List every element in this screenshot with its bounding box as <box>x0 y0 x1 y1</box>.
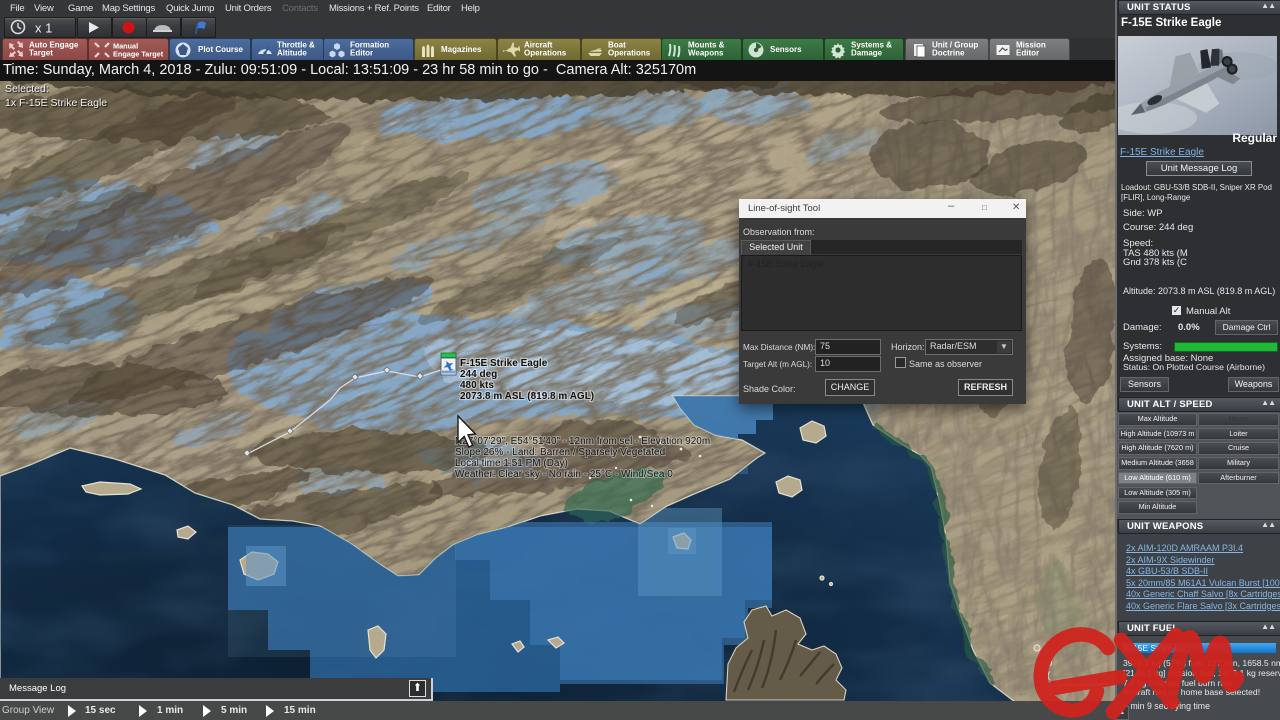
svg-text:2073.8 m ASL (819.8 m AGL): 2073.8 m ASL (819.8 m AGL) <box>460 391 594 402</box>
svg-text:N27°07'29", E54°51'40" - 12nm: N27°07'29", E54°51'40" - 12nm from sel -… <box>455 436 710 447</box>
svg-text:F-15E Strike Eagle: F-15E Strike Eagle <box>460 358 548 369</box>
svg-text:Selected:: Selected: <box>5 83 49 95</box>
svg-text:1x F-15E Strike Eagle: 1x F-15E Strike Eagle <box>5 97 107 109</box>
svg-text:244 deg: 244 deg <box>460 369 497 380</box>
svg-text:Slope 26% - Land: Barren / Sp: Slope 26% - Land: Barren / Sparsely Vege… <box>455 447 665 458</box>
svg-text:Weather: Clear sky - No rain -: Weather: Clear sky - No rain - 25°C - Wi… <box>455 469 673 480</box>
svg-text:480 kts: 480 kts <box>460 380 494 391</box>
svg-text:Local time 1:51 PM (Day): Local time 1:51 PM (Day) <box>455 458 568 469</box>
svg-text:x 1: x 1 <box>35 21 52 36</box>
